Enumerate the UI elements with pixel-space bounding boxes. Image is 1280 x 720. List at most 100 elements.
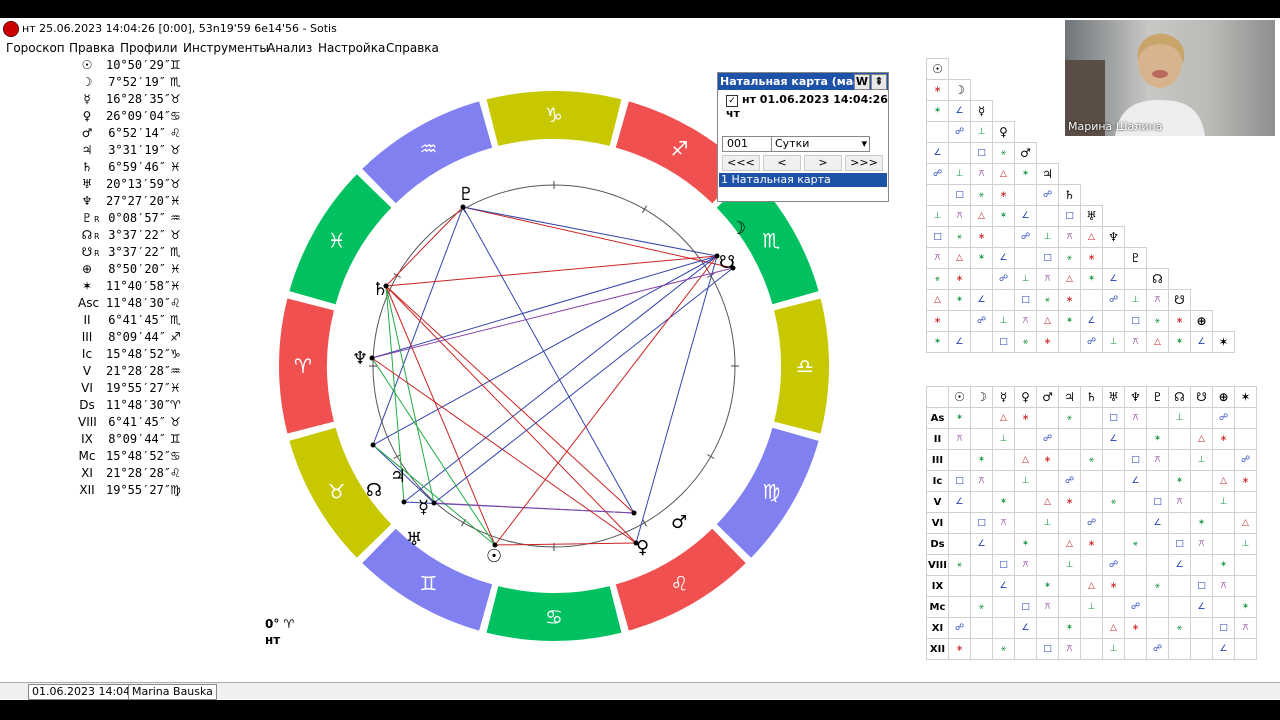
aspect-cell[interactable] — [926, 121, 949, 143]
aspect-cell[interactable] — [1213, 59, 1235, 80]
step-unit-select[interactable]: Сутки ▾ — [771, 136, 870, 152]
aspect-cell[interactable]: ∗ — [1036, 331, 1059, 353]
house-aspect-cell[interactable] — [1234, 575, 1257, 597]
aspect-cell[interactable] — [1213, 227, 1235, 248]
house-aspect-cell[interactable] — [1168, 512, 1191, 534]
aspect-cell[interactable] — [1015, 101, 1037, 122]
aspect-cell[interactable] — [1191, 122, 1213, 143]
aspect-cell[interactable]: ⊥ — [970, 121, 993, 143]
house-aspect-cell[interactable] — [1080, 638, 1103, 660]
aspect-cell[interactable] — [1036, 142, 1059, 164]
house-aspect-cell[interactable]: ∗ — [1014, 407, 1037, 429]
house-aspect-cell[interactable]: ∠ — [1124, 470, 1147, 492]
house-aspect-cell[interactable]: ∠ — [1212, 638, 1235, 660]
house-aspect-cell[interactable] — [1014, 575, 1037, 597]
nav-forward-button[interactable]: > — [804, 155, 842, 171]
aspect-cell[interactable] — [1081, 122, 1103, 143]
house-aspect-cell[interactable]: ⊥ — [1036, 512, 1059, 534]
aspect-cell[interactable] — [992, 100, 1015, 122]
aspect-cell[interactable]: ✶ — [926, 331, 949, 353]
aspect-cell[interactable]: ⚹ — [970, 184, 993, 206]
aspect-cell[interactable]: △ — [948, 247, 971, 269]
aspect-cell[interactable]: ⚻ — [970, 163, 993, 185]
house-aspect-cell[interactable] — [1146, 596, 1169, 618]
aspect-cell[interactable]: □ — [1058, 205, 1081, 227]
house-aspect-cell[interactable] — [1036, 470, 1059, 492]
aspect-cell[interactable] — [1235, 101, 1257, 122]
aspect-cell[interactable]: ☍ — [926, 163, 949, 185]
house-aspect-cell[interactable] — [1102, 533, 1125, 555]
aspect-cell[interactable] — [1103, 59, 1125, 80]
house-aspect-cell[interactable]: ⚻ — [1124, 407, 1147, 429]
house-aspect-cell[interactable] — [1146, 533, 1169, 555]
aspect-cell[interactable] — [1058, 163, 1081, 185]
house-aspect-cell[interactable] — [1058, 449, 1081, 471]
aspect-cell[interactable] — [926, 184, 949, 206]
house-aspect-cell[interactable] — [970, 617, 993, 639]
aspect-cell[interactable]: ✶ — [992, 205, 1015, 227]
aspect-cell[interactable] — [948, 142, 971, 164]
house-aspect-cell[interactable] — [1190, 638, 1213, 660]
house-aspect-cell[interactable]: ⊥ — [1168, 407, 1191, 429]
house-aspect-cell[interactable]: ☍ — [1212, 407, 1235, 429]
house-aspect-cell[interactable] — [1080, 617, 1103, 639]
aspect-cell[interactable] — [1213, 101, 1235, 122]
aspect-cell[interactable] — [1169, 143, 1191, 164]
house-aspect-cell[interactable]: ⊥ — [1234, 533, 1257, 555]
house-aspect-cell[interactable]: △ — [1190, 428, 1213, 450]
aspect-cell[interactable] — [1081, 80, 1103, 101]
aspect-cell[interactable] — [1081, 143, 1103, 164]
house-aspect-cell[interactable]: □ — [1190, 575, 1213, 597]
house-aspect-cell[interactable]: □ — [1036, 638, 1059, 660]
house-aspect-cell[interactable]: ⚹ — [1146, 575, 1169, 597]
house-aspect-cell[interactable] — [992, 470, 1015, 492]
house-aspect-cell[interactable]: ☍ — [1036, 428, 1059, 450]
house-aspect-cell[interactable] — [1014, 638, 1037, 660]
aspect-cell[interactable]: ☍ — [970, 310, 993, 332]
aspect-cell[interactable]: ☍ — [1102, 289, 1125, 311]
aspect-cell[interactable]: ∗ — [992, 184, 1015, 206]
aspect-cell[interactable] — [1015, 80, 1037, 101]
aspect-cell[interactable] — [1235, 164, 1257, 185]
aspect-cell[interactable]: ∠ — [1190, 331, 1213, 353]
house-aspect-cell[interactable] — [970, 407, 993, 429]
aspect-cell[interactable]: □ — [948, 184, 971, 206]
house-aspect-cell[interactable] — [970, 575, 993, 597]
aspect-cell[interactable]: ∗ — [948, 268, 971, 290]
house-aspect-cell[interactable]: △ — [1058, 533, 1081, 555]
aspect-cell[interactable] — [993, 80, 1015, 101]
aspect-cell[interactable] — [1169, 227, 1191, 248]
aspect-cell[interactable]: ⚻ — [948, 205, 971, 227]
aspect-cell[interactable] — [1125, 164, 1147, 185]
house-aspect-cell[interactable] — [1212, 512, 1235, 534]
aspect-cell[interactable] — [1235, 248, 1257, 269]
house-aspect-cell[interactable] — [1190, 491, 1213, 513]
aspect-cell[interactable] — [1169, 59, 1191, 80]
aspect-cell[interactable] — [1103, 185, 1125, 206]
aspect-cell[interactable] — [1037, 122, 1059, 143]
aspect-cell[interactable] — [1125, 101, 1147, 122]
house-aspect-cell[interactable] — [1168, 575, 1191, 597]
house-aspect-cell[interactable] — [1058, 575, 1081, 597]
house-aspect-cell[interactable]: ⚻ — [970, 470, 993, 492]
house-aspect-cell[interactable] — [992, 533, 1015, 555]
aspect-cell[interactable]: ⊥ — [1014, 268, 1037, 290]
house-aspect-cell[interactable]: ∗ — [1036, 449, 1059, 471]
house-aspect-cell[interactable]: ✶ — [1190, 512, 1213, 534]
aspect-cell[interactable] — [1059, 59, 1081, 80]
house-aspect-cell[interactable] — [1234, 428, 1257, 450]
aspect-cell[interactable]: ∠ — [1080, 310, 1103, 332]
aspect-cell[interactable] — [1124, 226, 1147, 248]
aspect-cell[interactable] — [1103, 122, 1125, 143]
aspect-cell[interactable] — [1125, 80, 1147, 101]
aspect-cell[interactable] — [1191, 164, 1213, 185]
aspect-cell[interactable] — [1169, 101, 1191, 122]
house-aspect-cell[interactable]: ⊥ — [1014, 470, 1037, 492]
house-aspect-cell[interactable] — [1212, 449, 1235, 471]
house-aspect-cell[interactable]: ∗ — [1102, 575, 1125, 597]
popup-w-button[interactable]: W — [854, 74, 870, 90]
aspect-cell[interactable]: ∗ — [1058, 289, 1081, 311]
aspect-cell[interactable]: ∠ — [970, 289, 993, 311]
aspect-cell[interactable]: △ — [1058, 268, 1081, 290]
aspect-cell[interactable]: ✶ — [1168, 331, 1191, 353]
